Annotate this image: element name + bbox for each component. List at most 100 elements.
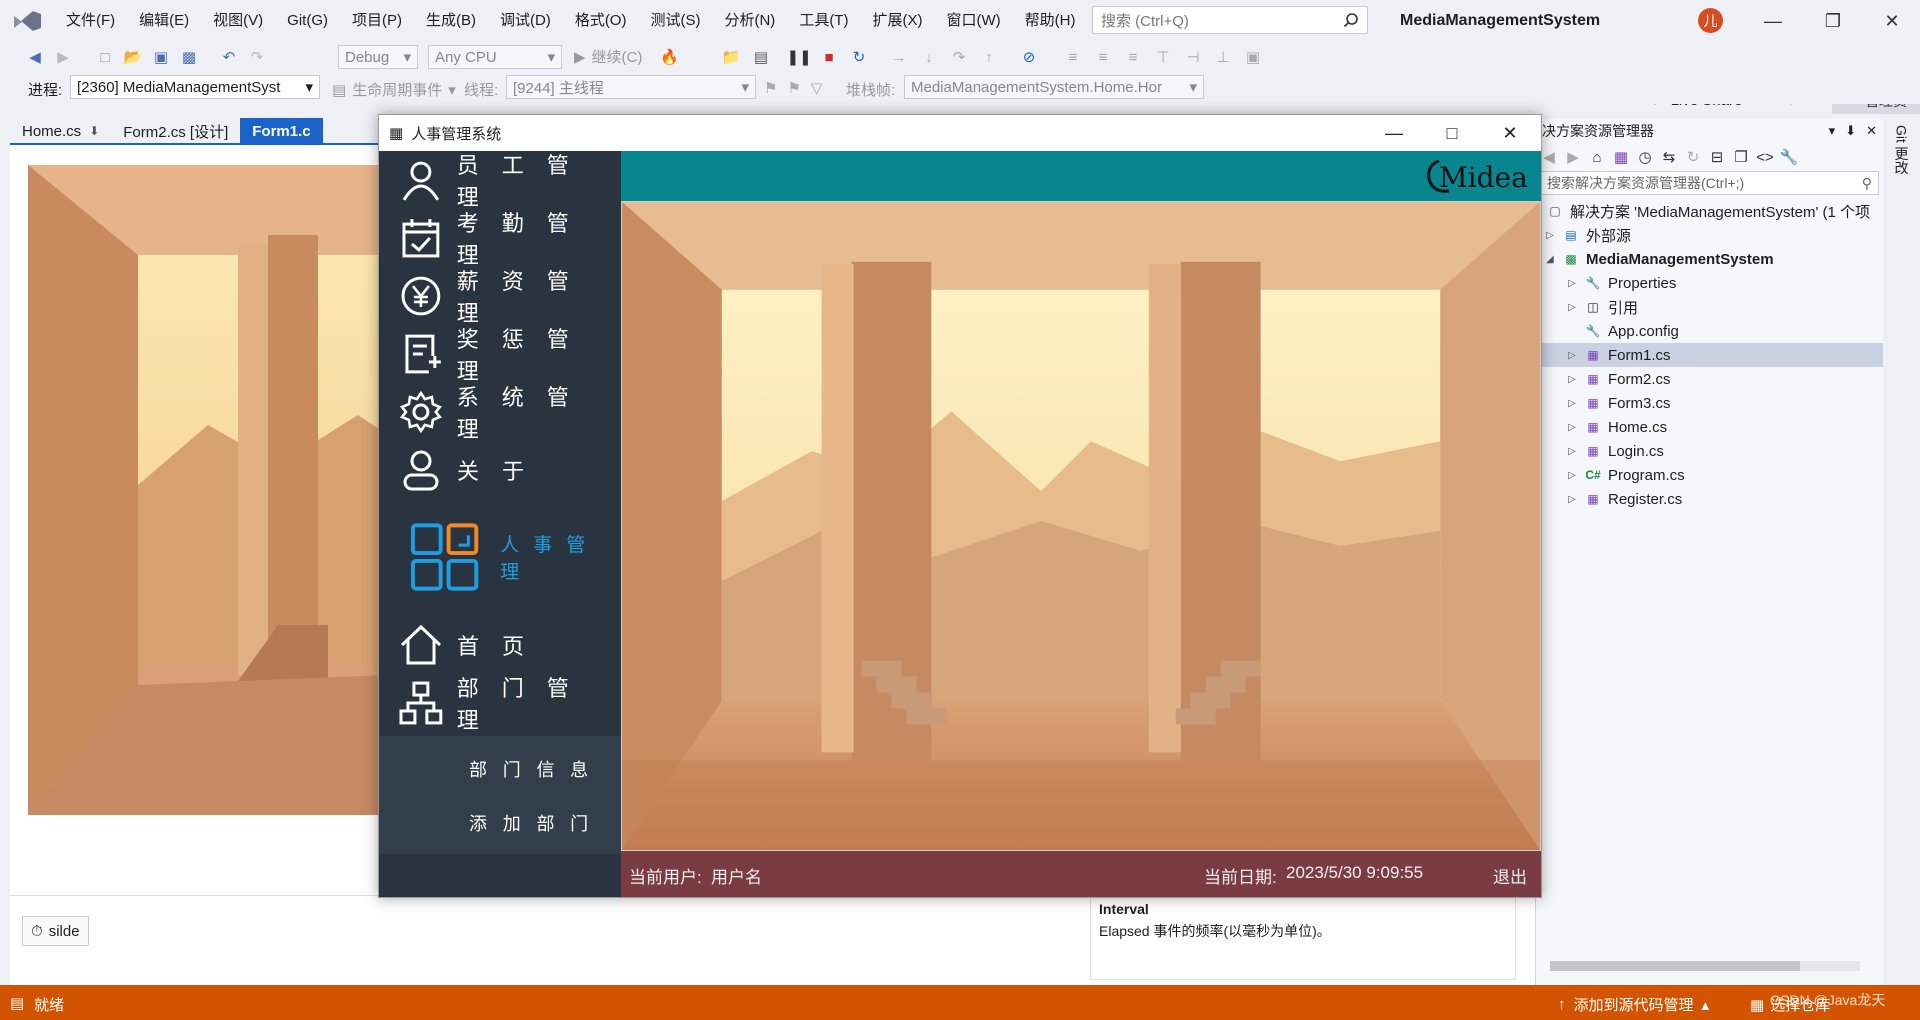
tree-references[interactable]: ▷ ◫ 引用 <box>1536 295 1883 319</box>
same-size-icon[interactable]: ▣ <box>1244 48 1262 66</box>
undo-icon[interactable]: ↶ <box>220 48 238 66</box>
align-center-icon[interactable]: ≡ <box>1094 48 1112 66</box>
new-item-icon[interactable]: □ <box>96 48 114 66</box>
tree-form3-cs[interactable]: ▷ ▦ Form3.cs <box>1536 391 1883 415</box>
save-icon[interactable]: ▣ <box>152 48 170 66</box>
refresh-icon[interactable]: ↻ <box>1684 148 1702 166</box>
process-select[interactable]: [2360] MediaManagementSyst ▾ <box>70 75 320 99</box>
nav-system-management[interactable]: 系 统 管 理 <box>399 383 621 443</box>
platform-select[interactable]: Any CPU ▾ <box>428 45 562 69</box>
nav-add-department[interactable]: 添 加 部 门 <box>469 798 593 848</box>
scrollbar-thumb[interactable] <box>1550 961 1800 971</box>
flag-icon[interactable]: ⚑ <box>764 79 777 97</box>
tree-solution-node[interactable]: ▢ 解决方案 'MediaManagementSystem' (1 个项 <box>1536 199 1883 223</box>
minimize-button[interactable]: — <box>1745 0 1801 42</box>
menu-format[interactable]: 格式(O) <box>563 0 639 42</box>
hot-reload-icon[interactable]: 🔥 <box>660 48 679 66</box>
expand-icon[interactable]: ▷ <box>1568 350 1578 361</box>
restore-button[interactable]: ❐ <box>1805 0 1861 42</box>
tree-form2-cs[interactable]: ▷ ▦ Form2.cs <box>1536 367 1883 391</box>
view-code-icon[interactable]: <> <box>1756 148 1774 166</box>
step-over-icon[interactable]: → <box>890 48 908 66</box>
align-bottom-icon[interactable]: ⊥ <box>1214 48 1232 66</box>
menu-file[interactable]: 文件(F) <box>54 0 127 42</box>
exit-button[interactable]: 退出 <box>1493 863 1527 888</box>
save-all-icon[interactable]: ▩ <box>180 48 198 66</box>
properties-wrench-icon[interactable]: 🔧 <box>1780 148 1799 166</box>
stop-icon[interactable]: ■ <box>820 48 838 66</box>
continue-button[interactable]: ▶ 继续(C) 🔥 <box>574 46 679 67</box>
dropdown-icon[interactable]: ▾ <box>1829 123 1836 139</box>
redo-icon[interactable]: ↷ <box>248 48 266 66</box>
menu-help[interactable]: 帮助(H) <box>1013 0 1088 42</box>
menu-project[interactable]: 项目(P) <box>340 0 414 42</box>
show-all-files-icon[interactable]: ❐ <box>1732 148 1750 166</box>
tree-login-cs[interactable]: ▷ ▦ Login.cs <box>1536 439 1883 463</box>
forward-icon[interactable]: ▶ <box>54 48 72 66</box>
expand-icon[interactable]: ▷ <box>1568 446 1578 457</box>
collapse-all-icon[interactable]: ⊟ <box>1708 148 1726 166</box>
tree-project[interactable]: ◢ ▩ MediaManagementSystem <box>1536 247 1883 271</box>
stack-frame-select[interactable]: MediaManagementSystem.Home.Hor ▾ <box>904 75 1204 99</box>
close-icon[interactable]: ✕ <box>1866 123 1877 139</box>
step-out-icon[interactable]: ↑ <box>980 48 998 66</box>
menu-git[interactable]: Git(G) <box>275 0 340 42</box>
tree-form1-cs[interactable]: ▷ ▦ Form1.cs <box>1536 343 1883 367</box>
expand-icon[interactable]: ▷ <box>1568 302 1578 313</box>
hex-icon[interactable]: ⊘ <box>1020 48 1038 66</box>
back-icon[interactable]: ◀ <box>1540 148 1558 166</box>
nav-attendance-management[interactable]: 考 勤 管 理 <box>399 209 621 269</box>
collapse-icon[interactable]: ◢ <box>1546 254 1556 265</box>
expand-icon[interactable]: ▷ <box>1568 278 1578 289</box>
nav-employee-management[interactable]: 员 工 管 理 <box>399 151 621 211</box>
nav-about[interactable]: 关 于 <box>399 441 532 499</box>
user-avatar[interactable]: 儿 <box>1698 8 1723 33</box>
app-close-button[interactable]: ✕ <box>1481 115 1539 151</box>
align-top-icon[interactable]: ⊤ <box>1154 48 1172 66</box>
pin-icon[interactable]: ⬇ <box>1845 123 1856 139</box>
tree-register-cs[interactable]: ▷ ▦ Register.cs <box>1536 487 1883 511</box>
nav-salary-management[interactable]: 薪 资 管 理 <box>399 267 621 327</box>
pause-icon[interactable]: ❚❚ <box>786 48 811 66</box>
expand-icon[interactable]: ▷ <box>1568 398 1578 409</box>
git-changes-side-tab[interactable]: Git 更改 <box>1883 119 1920 985</box>
menu-edit[interactable]: 编辑(E) <box>127 0 201 42</box>
tab-form1-cs[interactable]: Form1.c <box>240 118 323 144</box>
tree-properties[interactable]: ▷ 🔧 Properties <box>1536 271 1883 295</box>
nav-rewards-management[interactable]: 奖 惩 管 理 <box>399 325 621 385</box>
filter-icon[interactable]: ▽ <box>811 79 823 97</box>
tree-app-config[interactable]: 🔧 App.config <box>1536 319 1883 343</box>
expand-icon[interactable]: ▷ <box>1568 494 1578 505</box>
home-icon[interactable]: ⌂ <box>1588 148 1606 166</box>
output-icon[interactable]: ▤ <box>10 994 24 1012</box>
tree-program-cs[interactable]: ▷ C# Program.cs <box>1536 463 1883 487</box>
solution-search-input[interactable]: 搜索解决方案资源管理器(Ctrl+;) ⚲ <box>1540 171 1879 195</box>
timer-component[interactable]: ⏱ silde <box>22 916 89 946</box>
close-button[interactable]: ✕ <box>1864 0 1920 42</box>
app-minimize-button[interactable]: — <box>1365 115 1423 151</box>
tree-home-cs[interactable]: ▷ ▦ Home.cs <box>1536 415 1883 439</box>
ide-search-input[interactable]: 搜索 (Ctrl+Q) <box>1092 6 1368 34</box>
menu-extensions[interactable]: 扩展(X) <box>860 0 934 42</box>
menu-tools[interactable]: 工具(T) <box>787 0 860 42</box>
tab-home-cs[interactable]: Home.cs ⬇ <box>10 118 111 144</box>
nav-department-management[interactable]: 部 门 管 理 <box>399 674 621 734</box>
expand-icon[interactable]: ▷ <box>1568 422 1578 433</box>
menu-debug[interactable]: 调试(D) <box>488 0 563 42</box>
tree-external-sources[interactable]: ▷ ▤ 外部源 <box>1536 223 1883 247</box>
back-icon[interactable]: ◀ <box>26 48 44 66</box>
open-folder-icon[interactable]: 📂 <box>124 48 143 66</box>
switch-views-icon[interactable]: ▦ <box>1612 148 1630 166</box>
lifecycle-events-button[interactable]: ▤ 生命周期事件 ▾ <box>332 79 456 100</box>
forward-icon[interactable]: ▶ <box>1564 148 1582 166</box>
align-left-icon[interactable]: ≡ <box>1064 48 1082 66</box>
expand-icon[interactable]: ▷ <box>1568 470 1578 481</box>
horizontal-scrollbar[interactable] <box>1550 961 1860 971</box>
step-back-icon[interactable]: ↷ <box>950 48 968 66</box>
menu-window[interactable]: 窗口(W) <box>934 0 1012 42</box>
history-icon[interactable]: ◷ <box>1636 148 1654 166</box>
expand-icon[interactable]: ▷ <box>1568 374 1578 385</box>
tab-form2-design[interactable]: Form2.cs [设计] <box>111 118 240 144</box>
pin-icon[interactable]: ⬇ <box>89 124 99 138</box>
flag-threads-icon[interactable]: ⚑ <box>787 79 800 97</box>
